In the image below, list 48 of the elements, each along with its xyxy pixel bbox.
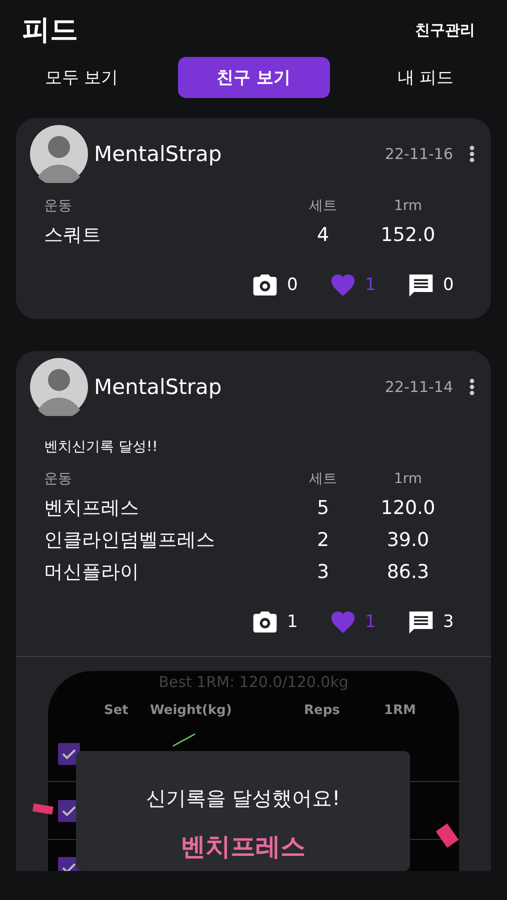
manage-friends-button[interactable]: 친구관리 — [415, 16, 475, 44]
comment-count: 3 — [443, 612, 455, 632]
more-icon[interactable] — [469, 145, 475, 163]
column-header: Weight(kg) — [150, 703, 232, 718]
comment-count: 0 — [443, 275, 455, 295]
column-header: Reps — [304, 703, 340, 718]
column-header: 운동 — [44, 197, 73, 216]
feed-tab[interactable]: 내 피드 — [350, 57, 502, 98]
avatar — [30, 125, 88, 183]
column-header: 운동 — [44, 470, 73, 489]
like-count: 1 — [365, 275, 377, 295]
column-header: 1rm — [392, 197, 424, 216]
photo-count: 0 — [287, 275, 299, 295]
confetti-icon — [172, 733, 196, 747]
feed-tab[interactable]: 모두 보기 — [6, 57, 158, 98]
table-cell-text: 120.0 — [380, 496, 436, 521]
table-cell-text: 5 — [316, 496, 330, 521]
confetti-icon — [32, 803, 54, 815]
column-header: 세트 — [308, 470, 338, 489]
column-header: Set — [104, 703, 128, 718]
feed-tab[interactable]: 친구 보기 — [178, 57, 330, 98]
table-cell-text: 4 — [316, 223, 330, 248]
table-cell-text: 2 — [316, 528, 330, 553]
table-cell-text: 152.0 — [380, 223, 436, 248]
set-checkbox[interactable] — [58, 743, 80, 765]
more-icon[interactable] — [469, 378, 475, 396]
dialog-exercise: 벤치프레스 — [180, 831, 306, 863]
photo-count: 1 — [287, 612, 299, 632]
username: MentalStrap — [94, 375, 223, 399]
table-cell-text: 86.3 — [386, 560, 430, 585]
table-cell-text: 39.0 — [386, 528, 430, 553]
post-date: 22-11-14 — [384, 378, 453, 396]
column-header: 1RM — [384, 703, 416, 718]
exercise-name: 벤치프레스 — [44, 496, 140, 521]
like-count: 1 — [365, 612, 377, 632]
username: MentalStrap — [94, 142, 223, 166]
exercise-name: 스쿼트 — [44, 223, 102, 248]
column-header: 1rm — [392, 470, 424, 489]
column-header: 세트 — [308, 197, 338, 216]
best-1rm-text: Best 1RM: 120.0/120.0kg — [158, 673, 350, 691]
table-cell-text: 3 — [316, 560, 330, 585]
page-title: 피드 — [22, 12, 78, 48]
avatar — [30, 358, 88, 416]
exercise-name: 머신플라이 — [44, 560, 140, 585]
dialog-title: 신기록을 달성했어요! — [146, 785, 340, 812]
exercise-name: 인클라인덤벨프레스 — [44, 528, 216, 553]
post-memo: 벤치신기록 달성!! — [43, 438, 159, 456]
post-date: 22-11-16 — [384, 145, 453, 163]
